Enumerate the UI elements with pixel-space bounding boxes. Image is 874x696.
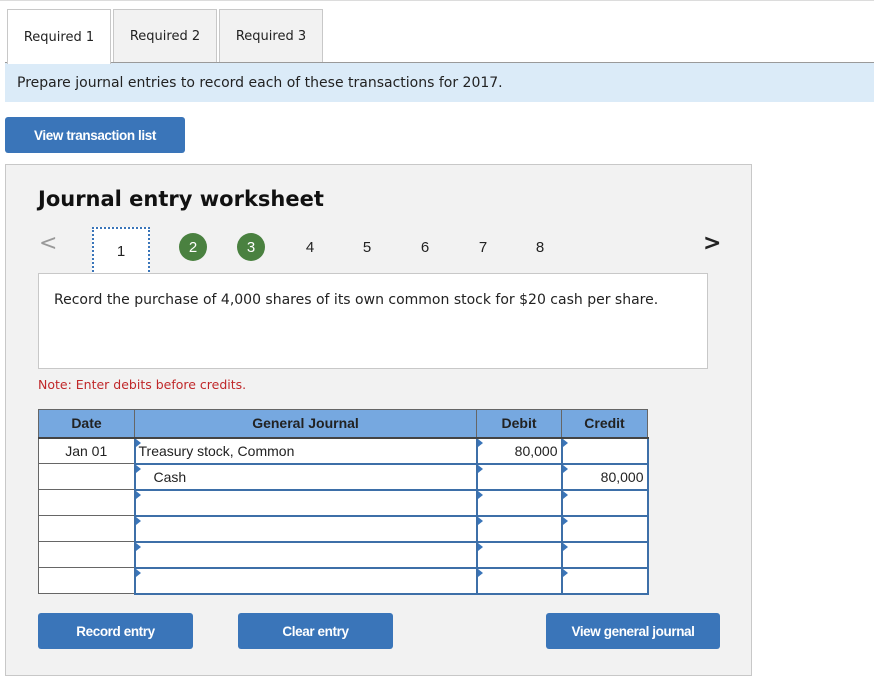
account-value: [136, 544, 476, 566]
view-general-journal-button[interactable]: View general journal: [546, 613, 720, 649]
credit-input[interactable]: [560, 540, 649, 569]
debit-value: [478, 518, 561, 540]
debit-input[interactable]: [475, 540, 563, 569]
dropdown-marker-icon: [477, 490, 483, 499]
date-cell: [38, 489, 135, 516]
pager-item-2[interactable]: 2: [179, 233, 207, 261]
debit-header: Debit: [476, 409, 562, 439]
tab-required-3[interactable]: Required 3: [219, 9, 323, 63]
dropdown-marker-icon: [477, 438, 483, 447]
record-entry-button[interactable]: Record entry: [38, 613, 193, 649]
date-cell: Jan 01: [38, 437, 135, 464]
debit-value: [478, 544, 561, 566]
tab-required-2[interactable]: Required 2: [113, 9, 217, 63]
account-value: [136, 518, 476, 540]
dropdown-marker-icon: [562, 516, 568, 525]
dropdown-marker-icon: [562, 542, 568, 551]
account-value: Cash: [153, 468, 187, 485]
view-transaction-list-button[interactable]: View transaction list: [5, 117, 185, 153]
pager-item-1[interactable]: 1: [92, 227, 150, 275]
account-input[interactable]: Treasury stock, Common: [133, 436, 478, 465]
requirement-tabs: Required 1 Required 2 Required 3: [7, 9, 325, 64]
debit-value: 80,000: [514, 442, 558, 459]
dropdown-marker-icon: [562, 438, 568, 447]
dropdown-marker-icon: [135, 568, 141, 577]
credit-input[interactable]: [560, 566, 649, 595]
dropdown-marker-icon: [477, 464, 483, 473]
journal-row: [38, 540, 649, 569]
journal-row: Cash 80,000: [38, 462, 649, 491]
tab-required-1[interactable]: Required 1: [7, 9, 111, 64]
date-header: Date: [38, 409, 135, 439]
debit-input[interactable]: [475, 488, 563, 517]
credit-value: [563, 440, 647, 462]
credit-header: Credit: [561, 409, 648, 439]
account-value: Treasury stock, Common: [138, 442, 295, 459]
debit-input[interactable]: [475, 514, 563, 543]
journal-row: [38, 488, 649, 517]
debit-value: [478, 492, 561, 514]
date-cell: [38, 567, 135, 594]
credit-value: [563, 492, 647, 514]
date-cell: [38, 463, 135, 490]
dropdown-marker-icon: [135, 542, 141, 551]
chevron-right-icon[interactable]: >: [703, 231, 721, 256]
journal-header-row: Date General Journal Debit Credit: [38, 409, 648, 439]
debit-value: [478, 466, 561, 488]
journal-table: Date General Journal Debit Credit Jan 01…: [38, 409, 649, 595]
pager-item-3[interactable]: 3: [237, 233, 265, 261]
credit-value: [563, 518, 647, 540]
debit-credit-note: Note: Enter debits before credits.: [38, 377, 247, 392]
pager-item-5[interactable]: 5: [353, 233, 381, 261]
credit-value: [563, 544, 647, 566]
date-cell: [38, 515, 135, 542]
dropdown-marker-icon: [477, 516, 483, 525]
credit-input[interactable]: [560, 436, 649, 465]
dropdown-marker-icon: [477, 542, 483, 551]
chevron-left-icon[interactable]: <: [39, 231, 57, 256]
credit-input[interactable]: [560, 514, 649, 543]
instruction-text: Prepare journal entries to record each o…: [17, 74, 503, 91]
pager-item-4[interactable]: 4: [296, 233, 324, 261]
pager-item-8[interactable]: 8: [526, 233, 554, 261]
credit-value: [563, 570, 647, 592]
dropdown-marker-icon: [562, 568, 568, 577]
credit-input[interactable]: [560, 488, 649, 517]
journal-entry-worksheet: Journal entry worksheet < 1 2 3 4 5 6 7 …: [5, 164, 752, 676]
dropdown-marker-icon: [562, 464, 568, 473]
pager-item-7[interactable]: 7: [469, 233, 497, 261]
dropdown-marker-icon: [135, 516, 141, 525]
dropdown-marker-icon: [477, 568, 483, 577]
account-input[interactable]: Cash: [133, 462, 478, 491]
account-input[interactable]: [133, 514, 478, 543]
instruction-banner: Prepare journal entries to record each o…: [5, 62, 874, 102]
account-value: [136, 492, 476, 514]
clear-entry-button[interactable]: Clear entry: [238, 613, 393, 649]
account-value: [136, 570, 476, 592]
credit-input[interactable]: 80,000: [560, 462, 649, 491]
credit-value: 80,000: [600, 468, 644, 485]
transaction-description-text: Record the purchase of 4,000 shares of i…: [54, 292, 659, 308]
worksheet-title: Journal entry worksheet: [38, 187, 324, 211]
top-divider: [0, 0, 874, 1]
account-input[interactable]: [133, 566, 478, 595]
dropdown-marker-icon: [135, 438, 141, 447]
entry-pager: < 1 2 3 4 5 6 7 8 >: [6, 225, 751, 275]
debit-input[interactable]: [475, 462, 563, 491]
debit-input[interactable]: [475, 566, 563, 595]
debit-value: [478, 570, 561, 592]
pager-item-6[interactable]: 6: [411, 233, 439, 261]
dropdown-marker-icon: [135, 464, 141, 473]
dropdown-marker-icon: [562, 490, 568, 499]
date-cell: [38, 541, 135, 568]
account-input[interactable]: [133, 540, 478, 569]
general-journal-header: General Journal: [134, 409, 477, 439]
account-input[interactable]: [133, 488, 478, 517]
journal-row: [38, 566, 649, 595]
dropdown-marker-icon: [135, 490, 141, 499]
transaction-description: Record the purchase of 4,000 shares of i…: [38, 273, 708, 369]
journal-row: Jan 01 Treasury stock, Common 80,000: [38, 436, 649, 465]
debit-input[interactable]: 80,000: [475, 436, 563, 465]
journal-row: [38, 514, 649, 543]
